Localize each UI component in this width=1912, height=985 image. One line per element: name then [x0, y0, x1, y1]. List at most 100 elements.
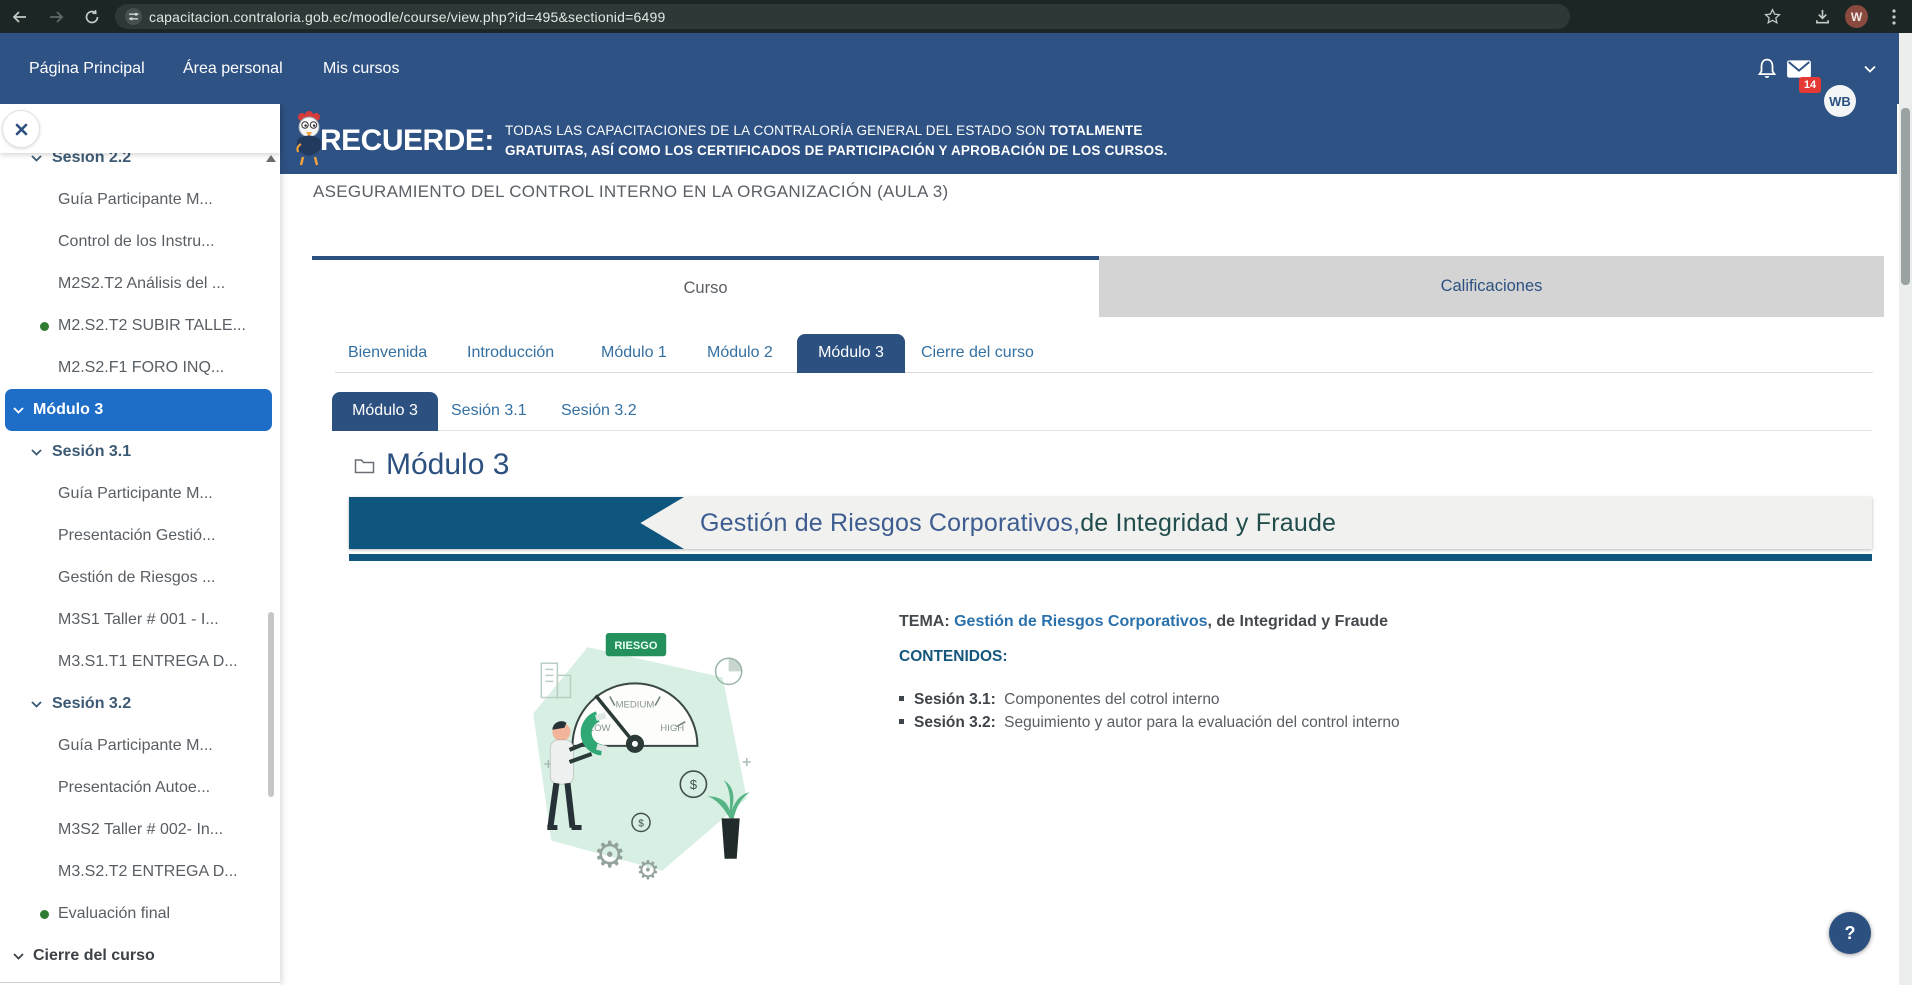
user-avatar[interactable]: WB	[1824, 85, 1856, 117]
messages-button[interactable]	[1786, 33, 1812, 104]
subtab-modulo-3[interactable]: Módulo 3	[332, 392, 438, 431]
completed-dot-icon	[40, 910, 49, 919]
close-icon	[15, 123, 28, 136]
sidebar-item-sesion-3-1[interactable]: Sesión 3.1	[0, 431, 280, 473]
sidebar-item[interactable]: M2S2.T2 Análisis del ...	[0, 263, 280, 305]
page-scrollbar-thumb[interactable]	[1901, 108, 1910, 285]
section-heading: Módulo 3	[354, 448, 509, 482]
browser-menu-button[interactable]	[1884, 0, 1904, 33]
course-index-drawer: Sesión 2.2 Guía Participante M... Contro…	[0, 103, 280, 985]
chevron-down-icon	[31, 155, 42, 162]
folder-icon	[354, 457, 375, 474]
tab-calificaciones[interactable]: Calificaciones	[1099, 256, 1884, 317]
back-arrow-icon	[12, 10, 28, 24]
tema-rest: , de Integridad y Fraude	[1208, 613, 1388, 630]
bookmark-button[interactable]	[1762, 0, 1782, 33]
course-index-list: Sesión 2.2 Guía Participante M... Contro…	[0, 137, 280, 977]
sidebar-scrollbar-thumb[interactable]	[268, 612, 274, 797]
chevron-down-icon	[31, 701, 42, 708]
download-icon	[1814, 8, 1831, 25]
ribbon-flag-shape	[349, 497, 684, 549]
sidebar-item[interactable]: Control de los Instru...	[0, 221, 280, 263]
screen: capacitacion.contraloria.gob.ec/moodle/c…	[0, 0, 1912, 985]
browser-profile-avatar[interactable]: W	[1845, 5, 1868, 28]
downloads-button[interactable]	[1812, 0, 1832, 33]
sidebar-item-modulo-3[interactable]: Módulo 3	[5, 389, 272, 431]
pie-chart-icon	[716, 658, 742, 684]
tab-introduccion[interactable]: Introducción	[467, 334, 554, 372]
address-bar[interactable]: capacitacion.contraloria.gob.ec/moodle/c…	[115, 4, 1570, 29]
topic-ribbon: Gestión de Riesgos Corporativos, de Inte…	[349, 497, 1872, 549]
site-info-icon[interactable]	[125, 8, 142, 25]
forward-arrow-icon	[48, 10, 64, 24]
bell-icon	[1756, 57, 1778, 81]
sidebar-item-sesion-3-2[interactable]: Sesión 3.2	[0, 683, 280, 725]
sidebar-scroll-up-arrow[interactable]	[266, 155, 276, 162]
tab-bienvenida[interactable]: Bienvenida	[348, 334, 427, 372]
help-button[interactable]: ?	[1829, 912, 1871, 954]
site-navbar: Página Principal Área personal Mis curso…	[0, 33, 1912, 104]
section-tabs: Bienvenida Introducción Módulo 1 Módulo …	[335, 334, 1873, 373]
tab-modulo-1[interactable]: Módulo 1	[601, 334, 667, 372]
close-drawer-button[interactable]	[2, 110, 40, 148]
gauge-medium-label: MEDIUM	[616, 700, 655, 711]
ribbon-title-dark: de Integridad y Fraude	[1080, 509, 1336, 538]
page-scrollbar[interactable]	[1899, 33, 1912, 985]
sidebar-item[interactable]: M3S1 Taller # 001 - I...	[0, 599, 280, 641]
drawer-header	[0, 103, 280, 153]
forward-button[interactable]	[44, 0, 68, 33]
sidebar-item[interactable]: Guía Participante M...	[0, 179, 280, 221]
sidebar-item-cierre-del-curso[interactable]: Cierre del curso	[0, 935, 280, 977]
reload-button[interactable]	[80, 0, 104, 33]
sidebar-item[interactable]: Guía Participante M...	[0, 473, 280, 515]
drawer-divider	[0, 982, 280, 983]
sidebar-item[interactable]: M2.S2.T2 SUBIR TALLE...	[0, 305, 280, 347]
gauge-high-label: HIGH	[660, 723, 684, 734]
notice-line1: TODAS LAS CAPACITACIONES DE LA CONTRALOR…	[505, 123, 1050, 138]
reload-icon	[84, 9, 100, 25]
sidebar-item[interactable]: Presentación Autoe...	[0, 767, 280, 809]
tema-link[interactable]: Gestión de Riesgos Corporativos	[954, 613, 1207, 630]
bullet-bold: Sesión 3.2:	[914, 714, 996, 731]
ribbon-underline-bar	[349, 554, 1872, 561]
nav-mis-cursos[interactable]: Mis cursos	[323, 33, 399, 104]
sidebar-item[interactable]: Guía Participante M...	[0, 725, 280, 767]
message-count-badge: 14	[1799, 77, 1821, 93]
sidebar-item[interactable]: Gestión de Riesgos ...	[0, 557, 280, 599]
sidebar-item[interactable]: M2.S2.F1 FORO INQ...	[0, 347, 280, 389]
notice-line2-bold: GRATUITAS, ASÍ COMO LOS CERTIFICADOS DE …	[505, 143, 1168, 158]
tab-curso-label: Curso	[683, 279, 727, 298]
sidebar-item[interactable]: M3S2 Taller # 002- In...	[0, 809, 280, 851]
notifications-button[interactable]	[1756, 33, 1778, 104]
tab-curso[interactable]: Curso	[312, 256, 1099, 317]
subtab-sesion-3-2[interactable]: Sesión 3.2	[561, 392, 637, 430]
tab-cierre-del-curso[interactable]: Cierre del curso	[921, 334, 1034, 372]
tab-modulo-2[interactable]: Módulo 2	[707, 334, 773, 372]
svg-text:⚙: ⚙	[636, 855, 659, 885]
user-menu-toggle[interactable]	[1864, 33, 1876, 104]
sidebar-item[interactable]: M3.S2.T2 ENTREGA D...	[0, 851, 280, 893]
sidebar-item[interactable]: Presentación Gestió...	[0, 515, 280, 557]
url-text[interactable]: capacitacion.contraloria.gob.ec/moodle/c…	[149, 9, 665, 25]
sidebar-item[interactable]: M3.S1.T1 ENTREGA D...	[0, 641, 280, 683]
tab-modulo-3[interactable]: Módulo 3	[797, 334, 905, 373]
nav-area-personal[interactable]: Área personal	[183, 33, 283, 104]
nav-pagina-principal[interactable]: Página Principal	[29, 33, 145, 104]
risk-gauge-illustration: RIESGO MEDIUM LOW HIGH $ $ ⚙ ⚙	[509, 625, 771, 899]
sidebar-item[interactable]: Evaluación final	[0, 893, 280, 935]
subsection-tabs: Módulo 3 Sesión 3.1 Sesión 3.2	[332, 392, 1872, 431]
bullet-square-icon	[899, 719, 904, 724]
bullet-square-icon	[899, 696, 904, 701]
tema-label: TEMA:	[899, 613, 950, 630]
back-button[interactable]	[8, 0, 32, 33]
notice-line1-bold: TOTALMENTE	[1050, 123, 1143, 138]
list-item: Sesión 3.2: Seguimiento y autor para la …	[899, 711, 1699, 734]
ribbon-title-blue: Gestión de Riesgos Corporativos,	[700, 509, 1080, 538]
kebab-menu-icon	[1892, 9, 1896, 25]
svg-text:⚙: ⚙	[594, 834, 627, 875]
bookmark-star-icon	[1764, 8, 1781, 25]
notice-banner: RECUERDE: TODAS LAS CAPACITACIONES DE LA…	[280, 104, 1897, 174]
subtab-sesion-3-1[interactable]: Sesión 3.1	[451, 392, 527, 430]
list-item: Sesión 3.1: Componentes del cotrol inter…	[899, 688, 1699, 711]
bullet-bold: Sesión 3.1:	[914, 691, 996, 708]
